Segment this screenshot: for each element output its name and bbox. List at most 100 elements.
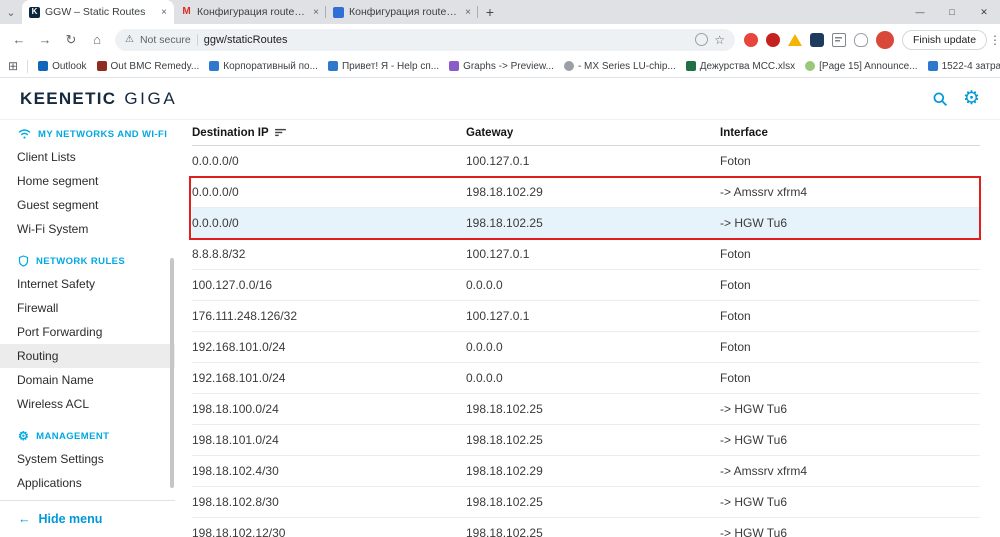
settings-gear-icon[interactable]: ⚙ bbox=[963, 89, 980, 108]
route-row[interactable]: 198.18.102.12/30 198.18.102.25 -> HGW Tu… bbox=[192, 518, 980, 537]
maximize-button[interactable]: □ bbox=[936, 0, 968, 24]
route-row[interactable]: 176.111.248.126/32 100.127.0.1 Foton bbox=[192, 301, 980, 332]
hide-menu-arrow-icon: ← bbox=[18, 512, 31, 526]
sidebar: MY NETWORKS AND WI-FI Client Lists Home … bbox=[0, 120, 175, 537]
bookmark-item[interactable]: Graphs -> Preview... bbox=[444, 59, 559, 74]
sidebar-section-management[interactable]: ⚙ MANAGEMENT bbox=[0, 422, 175, 447]
sidebar-section-network-rules[interactable]: NETWORK RULES bbox=[0, 247, 175, 272]
column-header-destination-ip[interactable]: Destination IP bbox=[192, 127, 466, 139]
hide-menu-button[interactable]: ← Hide menu bbox=[0, 500, 175, 537]
address-bar: ← → ↻ ⌂ ⚠ Not secure ggw/staticRoutes ☆ … bbox=[0, 24, 1000, 55]
sidebar-item-wireless-acl[interactable]: Wireless ACL bbox=[0, 392, 175, 416]
tab-static-routes[interactable]: K GGW – Static Routes × bbox=[22, 0, 174, 24]
bookmark-item[interactable]: - MX Series LU-chip... bbox=[559, 59, 681, 74]
reload-button[interactable]: ↻ bbox=[58, 27, 84, 53]
route-interface: -> HGW Tu6 bbox=[720, 402, 980, 416]
bookmark-item[interactable]: Дежурства MCC.xlsx bbox=[681, 59, 800, 74]
sidebar-item-domain-name[interactable]: Domain Name bbox=[0, 368, 175, 392]
bookmark-item[interactable]: [Page 15] Announce... bbox=[800, 59, 922, 74]
route-gateway: 0.0.0.0 bbox=[466, 278, 720, 292]
tab-close-icon[interactable]: × bbox=[161, 7, 167, 18]
route-row[interactable]: 198.18.100.0/24 198.18.102.25 -> HGW Tu6 bbox=[192, 394, 980, 425]
route-interface: -> HGW Tu6 bbox=[720, 433, 980, 447]
apps-grid-icon[interactable]: ⊞ bbox=[8, 59, 18, 73]
app-body: MY NETWORKS AND WI-FI Client Lists Home … bbox=[0, 120, 1000, 537]
route-row[interactable]: 198.18.102.8/30 198.18.102.25 -> HGW Tu6 bbox=[192, 487, 980, 518]
tab-gmail[interactable]: M Конфигурация route-based sit × bbox=[174, 0, 326, 24]
tab-search-icon[interactable]: ⌄ bbox=[0, 0, 22, 24]
gmail-favicon: M bbox=[181, 7, 192, 18]
bookmark-item[interactable]: Корпоративный по... bbox=[204, 59, 323, 74]
route-gateway: 100.127.0.1 bbox=[466, 154, 720, 168]
sidebar-section-my-networks[interactable]: MY NETWORKS AND WI-FI bbox=[0, 120, 175, 145]
tab-close-icon[interactable]: × bbox=[313, 7, 319, 18]
route-row[interactable]: 8.8.8.8/32 100.127.0.1 Foton bbox=[192, 239, 980, 270]
route-row[interactable]: 192.168.101.0/24 0.0.0.0 Foton bbox=[192, 363, 980, 394]
route-gateway: 0.0.0.0 bbox=[466, 371, 720, 385]
back-button[interactable]: ← bbox=[6, 27, 32, 53]
bookmark-item[interactable]: 1522-4 затраты Авг... bbox=[923, 59, 1000, 74]
tab-title: GGW – Static Routes bbox=[45, 6, 156, 18]
new-tab-button[interactable]: + bbox=[478, 0, 502, 24]
profile-avatar[interactable] bbox=[876, 31, 894, 49]
bookmark-item[interactable]: Outlook bbox=[33, 59, 91, 74]
column-header-interface[interactable]: Interface bbox=[720, 127, 980, 139]
bookmarks-divider bbox=[27, 60, 28, 73]
sidebar-item-wifi-system[interactable]: Wi-Fi System bbox=[0, 217, 175, 241]
sidebar-item-internet-safety[interactable]: Internet Safety bbox=[0, 272, 175, 296]
sidebar-item-routing[interactable]: Routing bbox=[0, 344, 175, 368]
bookmark-item[interactable]: Out BMC Remedy... bbox=[92, 59, 205, 74]
route-row[interactable]: 100.127.0.0/16 0.0.0.0 Foton bbox=[192, 270, 980, 301]
extension-icon-2[interactable] bbox=[766, 33, 780, 47]
bookmark-label: Дежурства MCC.xlsx bbox=[700, 61, 795, 72]
route-destination: 198.18.101.0/24 bbox=[192, 433, 466, 447]
route-gateway: 198.18.102.25 bbox=[466, 216, 720, 230]
brand-name: KEENETIC bbox=[20, 89, 116, 109]
tab-doc[interactable]: Конфигурация route-based sit × bbox=[326, 0, 478, 24]
page-action-icon[interactable] bbox=[695, 33, 708, 46]
route-row[interactable]: 0.0.0.0/0 100.127.0.1 Foton bbox=[192, 146, 980, 177]
extension-icon-1[interactable] bbox=[744, 33, 758, 47]
route-row[interactable]: 198.18.101.0/24 198.18.102.25 -> HGW Tu6 bbox=[192, 425, 980, 456]
route-destination: 100.127.0.0/16 bbox=[192, 278, 466, 292]
tab-close-icon[interactable]: × bbox=[465, 7, 471, 18]
forward-button[interactable]: → bbox=[32, 27, 58, 53]
sidebar-item-port-forwarding[interactable]: Port Forwarding bbox=[0, 320, 175, 344]
security-label[interactable]: Not secure bbox=[140, 34, 191, 46]
route-row-highlighted[interactable]: 0.0.0.0/0 198.18.102.25 -> HGW Tu6 bbox=[192, 208, 980, 239]
finish-update-button[interactable]: Finish update bbox=[902, 30, 987, 50]
extension-icon-6[interactable] bbox=[854, 33, 868, 47]
sidebar-item-firewall[interactable]: Firewall bbox=[0, 296, 175, 320]
sidebar-item-applications[interactable]: Applications bbox=[0, 471, 175, 495]
bookmark-star-icon[interactable]: ☆ bbox=[714, 33, 725, 47]
home-button[interactable]: ⌂ bbox=[84, 27, 110, 53]
sidebar-item-client-lists[interactable]: Client Lists bbox=[0, 145, 175, 169]
route-interface: -> HGW Tu6 bbox=[720, 495, 980, 509]
minimize-button[interactable]: — bbox=[904, 0, 936, 24]
search-icon[interactable] bbox=[932, 91, 948, 107]
extension-icon-4[interactable] bbox=[810, 33, 824, 47]
route-interface: -> HGW Tu6 bbox=[720, 216, 980, 230]
route-destination: 198.18.102.4/30 bbox=[192, 464, 466, 478]
close-button[interactable]: ✕ bbox=[968, 0, 1000, 24]
route-gateway: 100.127.0.1 bbox=[466, 247, 720, 261]
bookmark-favicon bbox=[564, 61, 574, 71]
route-interface: -> HGW Tu6 bbox=[720, 526, 980, 537]
browser-menu-icon[interactable]: ⋮ bbox=[989, 33, 1000, 47]
browser-tab-strip: ⌄ K GGW – Static Routes × M Конфигурация… bbox=[0, 0, 1000, 24]
keenetic-logo: KEENETIC GIGA bbox=[20, 89, 177, 109]
route-row[interactable]: 0.0.0.0/0 198.18.102.29 -> Amssrv xfrm4 bbox=[192, 177, 980, 208]
sidebar-item-guest-segment[interactable]: Guest segment bbox=[0, 193, 175, 217]
column-header-gateway[interactable]: Gateway bbox=[466, 127, 720, 139]
sidebar-scrollbar[interactable] bbox=[170, 258, 174, 488]
url-input[interactable]: ⚠ Not secure ggw/staticRoutes ☆ bbox=[115, 29, 735, 51]
bookmark-item[interactable]: Привет! Я - Help сп... bbox=[323, 59, 444, 74]
table-header-row: Destination IP Gateway Interface bbox=[192, 120, 980, 146]
sidebar-item-system-settings[interactable]: System Settings bbox=[0, 447, 175, 471]
extension-icon-3[interactable] bbox=[788, 34, 802, 46]
sidebar-item-home-segment[interactable]: Home segment bbox=[0, 169, 175, 193]
route-row[interactable]: 192.168.101.0/24 0.0.0.0 Foton bbox=[192, 332, 980, 363]
extension-icon-5[interactable] bbox=[832, 33, 846, 47]
route-row[interactable]: 198.18.102.4/30 198.18.102.29 -> Amssrv … bbox=[192, 456, 980, 487]
bookmark-label: Outlook bbox=[52, 61, 86, 72]
